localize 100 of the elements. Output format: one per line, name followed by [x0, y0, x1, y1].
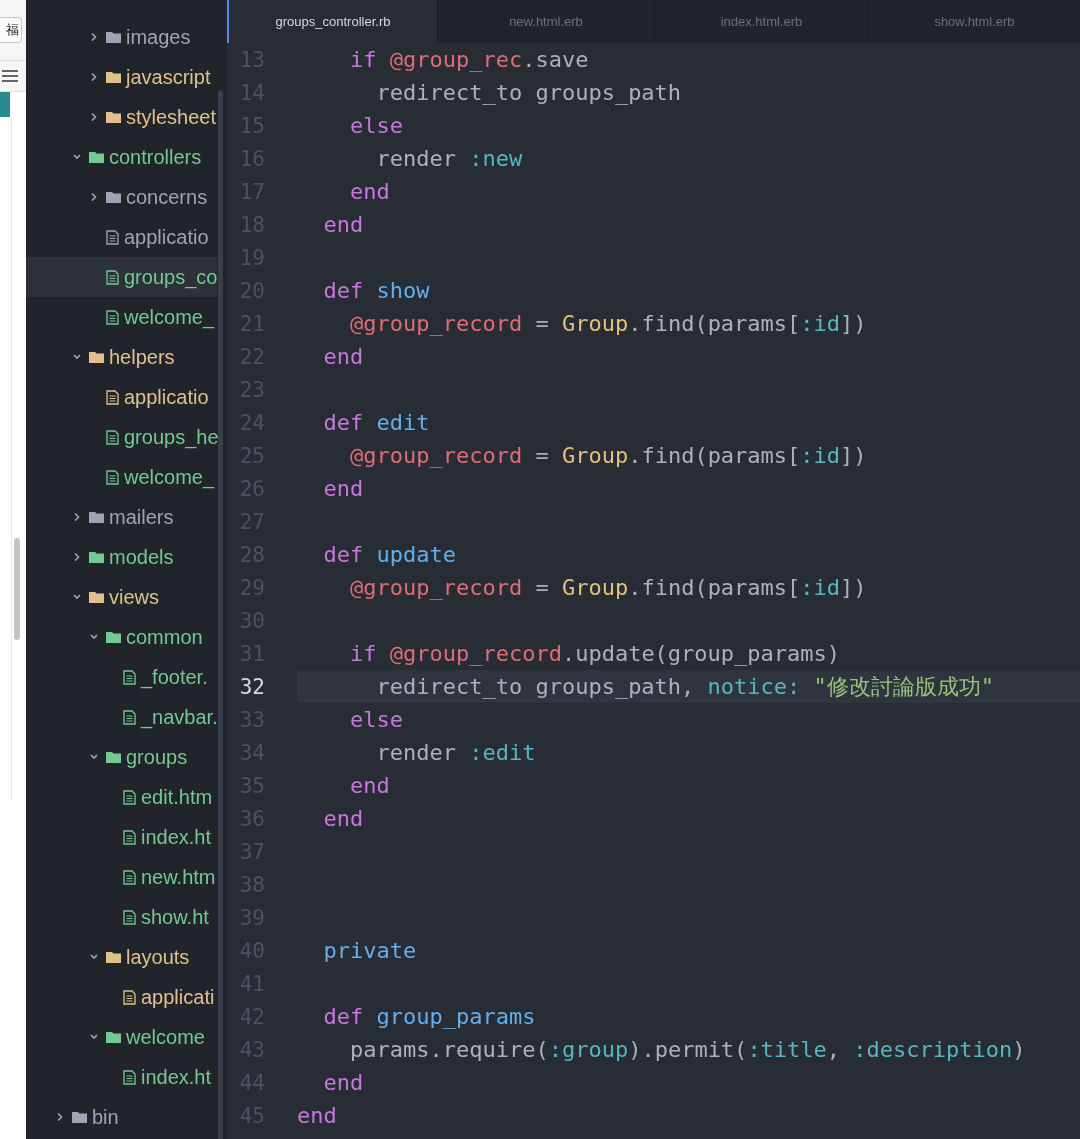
folder-name[interactable]: images — [126, 25, 191, 49]
file-name[interactable]: applicatio — [124, 385, 209, 409]
folder-name[interactable]: mailers — [109, 505, 174, 529]
chevron-down-icon[interactable] — [89, 753, 99, 761]
folder-icon — [106, 951, 121, 963]
folder-name[interactable]: views — [109, 585, 159, 609]
chevron-down-icon[interactable] — [72, 593, 82, 601]
file-name[interactable]: groups_co — [124, 265, 218, 289]
folder-name[interactable]: controllers — [109, 145, 202, 169]
chevron-right-icon[interactable] — [72, 553, 82, 561]
folder-name[interactable]: groups — [126, 745, 188, 769]
tree-row[interactable]: models — [26, 537, 217, 577]
chevron-down-icon[interactable] — [72, 353, 82, 361]
file-icon — [106, 429, 119, 445]
chevron-right-icon[interactable] — [89, 113, 99, 121]
folder-icon — [72, 1111, 87, 1123]
file-name[interactable]: index.ht — [141, 825, 212, 849]
tree-row[interactable]: stylesheet — [26, 97, 217, 137]
tree-row[interactable]: index.ht — [26, 817, 217, 857]
tree-row[interactable]: groups — [26, 737, 217, 777]
file-icon — [123, 989, 136, 1005]
tree-row[interactable]: _footer. — [26, 657, 217, 697]
tree-row[interactable]: common — [26, 617, 217, 657]
file-name[interactable]: edit.htm — [141, 785, 213, 809]
file-name[interactable]: _navbar. — [141, 705, 218, 729]
menu-icon[interactable] — [2, 69, 18, 83]
chevron-down-icon[interactable] — [89, 953, 99, 961]
chevron-right-icon[interactable] — [89, 73, 99, 81]
file-name[interactable]: groups_he — [124, 425, 219, 449]
code-line: else — [348, 707, 403, 732]
selected-row[interactable]: groups_co — [26, 257, 217, 297]
tree-row[interactable]: applicatio — [26, 217, 217, 257]
code-line: def update — [322, 542, 456, 567]
scrollbar-thumb[interactable] — [14, 538, 20, 640]
tree-row[interactable]: groups_he — [26, 417, 217, 457]
code-line: end — [348, 179, 390, 204]
folder-name[interactable]: layouts — [126, 945, 190, 969]
file-name[interactable]: welcome_ — [124, 465, 215, 489]
code-line: end — [322, 212, 364, 237]
tree-row[interactable]: welcome — [26, 1017, 217, 1057]
window-button[interactable]: 福 — [0, 17, 22, 43]
folder-name[interactable]: models — [109, 545, 174, 569]
file-name[interactable]: applicati — [141, 985, 215, 1009]
folder-icon — [106, 631, 121, 643]
folder-name[interactable]: helpers — [109, 345, 175, 369]
tree-row[interactable]: views — [26, 577, 217, 617]
tree-row[interactable]: edit.htm — [26, 777, 217, 817]
tree-row[interactable]: images — [26, 17, 217, 57]
chevron-down-icon[interactable] — [89, 633, 99, 641]
folder-icon — [106, 31, 121, 43]
folder-icon — [89, 511, 104, 523]
folder-name[interactable]: welcome — [126, 1025, 205, 1049]
code-line: end — [322, 344, 364, 369]
chevron-right-icon[interactable] — [72, 513, 82, 521]
tree-row[interactable]: applicati — [26, 977, 217, 1017]
code-line: @group_record = Group.find(params[:id]) — [348, 311, 867, 336]
scrollbar-thumb[interactable] — [218, 90, 223, 1139]
chevron-down-icon[interactable] — [89, 1033, 99, 1041]
code-line: redirect_to groups_path, notice: "修改討論版成功" — [375, 674, 995, 699]
tree-row[interactable]: javascript — [26, 57, 217, 97]
code-line: end — [322, 806, 364, 831]
file-name[interactable]: show.ht — [141, 905, 209, 929]
code-line: @group_record = Group.find(params[:id]) — [348, 443, 867, 468]
file-icon — [123, 869, 136, 885]
file-name[interactable]: applicatio — [124, 225, 209, 249]
folder-name[interactable]: javascript — [126, 65, 211, 89]
chevron-right-icon[interactable] — [89, 33, 99, 41]
tree-row[interactable]: helpers — [26, 337, 217, 377]
tree-row[interactable]: _navbar. — [26, 697, 217, 737]
tree-row[interactable]: welcome_ — [26, 297, 217, 337]
tree-row[interactable]: show.ht — [26, 897, 217, 937]
folder-name[interactable]: concerns — [126, 185, 208, 209]
file-icon — [106, 229, 119, 245]
editor-tab[interactable]: groups_controller.rb — [227, 0, 437, 43]
code-line: def show — [322, 278, 430, 303]
code-line: end — [322, 1070, 364, 1095]
file-icon — [123, 909, 136, 925]
file-name[interactable]: _footer. — [141, 665, 208, 689]
tree-row[interactable]: new.htm — [26, 857, 217, 897]
tree-row[interactable]: controllers — [26, 137, 217, 177]
code-line: end — [348, 773, 390, 798]
folder-name[interactable]: bin — [92, 1105, 119, 1129]
chevron-right-icon[interactable] — [55, 1113, 65, 1121]
code-line: redirect_to groups_path — [375, 80, 682, 105]
tree-row[interactable]: bin — [26, 1097, 217, 1137]
tree-row[interactable]: layouts — [26, 937, 217, 977]
folder-name[interactable]: stylesheet — [126, 105, 217, 129]
tree-row[interactable]: concerns — [26, 177, 217, 217]
file-name[interactable]: new.htm — [141, 865, 216, 889]
tree-row[interactable]: welcome_ — [26, 457, 217, 497]
tree-row[interactable]: applicatio — [26, 377, 217, 417]
chevron-right-icon[interactable] — [89, 193, 99, 201]
file-icon — [123, 709, 136, 725]
folder-name[interactable]: common — [126, 625, 203, 649]
tree-row[interactable]: mailers — [26, 497, 217, 537]
file-name[interactable]: welcome_ — [124, 305, 215, 329]
chevron-down-icon[interactable] — [72, 153, 82, 161]
folder-icon — [106, 191, 121, 203]
tree-row[interactable]: index.ht — [26, 1057, 217, 1097]
file-name[interactable]: index.ht — [141, 1065, 212, 1089]
